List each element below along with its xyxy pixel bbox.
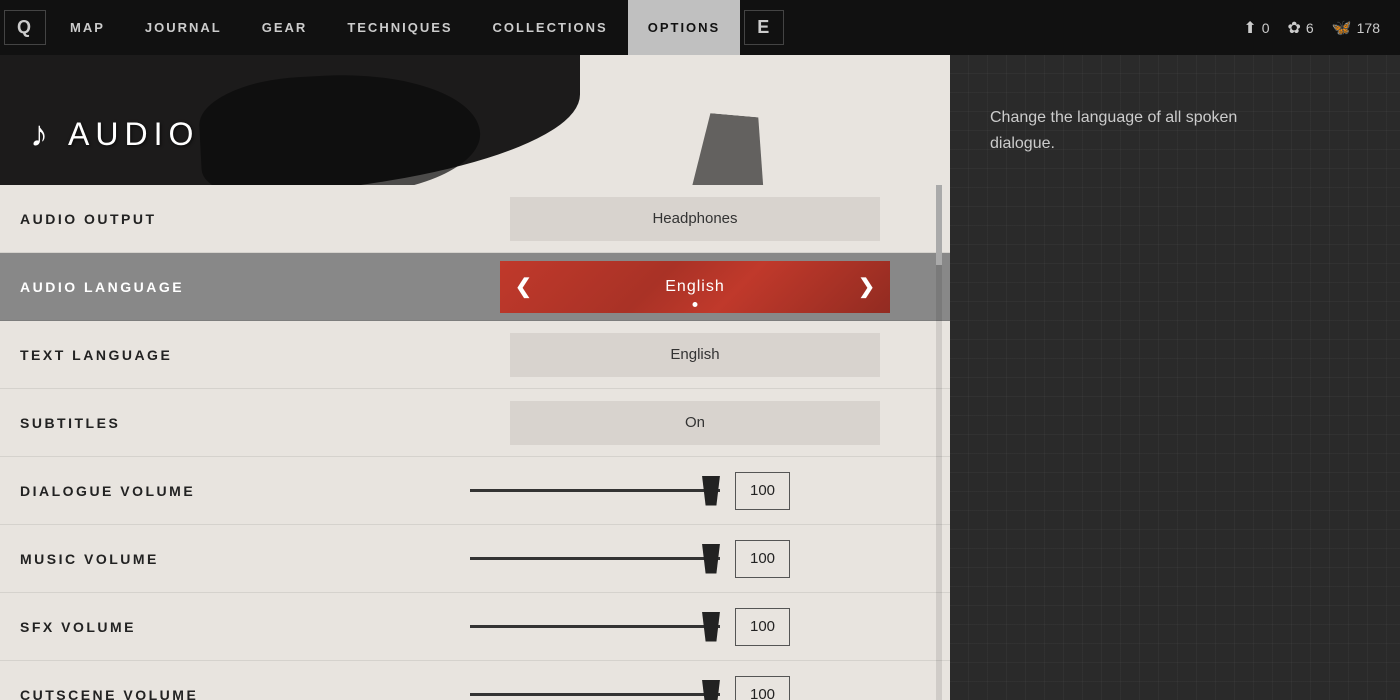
setting-control-audio-output[interactable]: Headphones xyxy=(460,197,930,241)
right-panel: Change the language of all spoken dialog… xyxy=(950,55,1400,700)
setting-control-audio-language[interactable]: ❮English❯ xyxy=(460,261,930,313)
setting-row-cutscene-volume[interactable]: CUTSCENE VOLUME 100 xyxy=(0,661,950,700)
setting-row-text-language[interactable]: TEXT LANGUAGE English xyxy=(0,321,950,389)
flowers-counter: ✿ 6 xyxy=(1288,18,1314,38)
setting-control-music-volume[interactable]: 100 xyxy=(460,540,930,578)
fireflies-value: 178 xyxy=(1357,20,1380,36)
left-panel: ♪ AUDIO AUDIO OUTPUT Headphones AUDIO LANG… xyxy=(0,55,950,700)
arrows-icon: ⬆ xyxy=(1243,18,1256,38)
slider-track-music-volume[interactable] xyxy=(470,557,720,560)
nav-right-stats: ⬆ 0 ✿ 6 🦋 178 xyxy=(1243,0,1400,55)
top-navigation: QMAPJOURNALGEARTECHNIQUESCOLLECTIONSOPTI… xyxy=(0,0,1400,55)
slider-value-dialogue-volume: 100 xyxy=(735,472,790,510)
setting-label-music-volume: MUSIC VOLUME xyxy=(20,551,460,567)
setting-label-audio-output: AUDIO OUTPUT xyxy=(20,211,460,227)
music-icon: ♪ xyxy=(30,113,48,155)
slider-value-cutscene-volume: 100 xyxy=(735,676,790,700)
nav-item-map[interactable]: MAP xyxy=(50,0,125,55)
setting-control-subtitles[interactable]: On xyxy=(460,401,930,445)
audio-header: ♪ AUDIO xyxy=(0,55,950,185)
setting-row-music-volume[interactable]: MUSIC VOLUME 100 xyxy=(0,525,950,593)
slider-track-dialogue-volume[interactable] xyxy=(470,489,720,492)
scrollbar[interactable] xyxy=(936,185,942,700)
nav-item-techniques[interactable]: TECHNIQUES xyxy=(327,0,472,55)
selector-left-arrow[interactable]: ❮ xyxy=(515,274,532,299)
setting-label-text-language: TEXT LANGUAGE xyxy=(20,347,460,363)
slider-thumb-sfx-volume[interactable] xyxy=(702,612,720,642)
audio-section-title: AUDIO xyxy=(68,116,199,153)
dropdown-text-language[interactable]: English xyxy=(510,333,880,377)
nav-item-options[interactable]: OPTIONS xyxy=(628,0,741,55)
setting-label-cutscene-volume: CUTSCENE VOLUME xyxy=(20,687,460,700)
setting-row-sfx-volume[interactable]: SFX VOLUME 100 xyxy=(0,593,950,661)
nav-item-collections[interactable]: COLLECTIONS xyxy=(473,0,628,55)
slider-container-dialogue-volume[interactable]: 100 xyxy=(460,472,930,510)
setting-row-dialogue-volume[interactable]: DIALOGUE VOLUME 100 xyxy=(0,457,950,525)
setting-label-dialogue-volume: DIALOGUE VOLUME xyxy=(20,483,460,499)
arrows-counter: ⬆ 0 xyxy=(1243,18,1269,38)
setting-row-audio-language[interactable]: AUDIO LANGUAGE ❮English❯ xyxy=(0,253,950,321)
audio-title-row: ♪ AUDIO xyxy=(30,113,199,155)
slider-track-cutscene-volume[interactable] xyxy=(470,693,720,696)
slider-container-sfx-volume[interactable]: 100 xyxy=(460,608,930,646)
dropdown-subtitles[interactable]: On xyxy=(510,401,880,445)
settings-list: AUDIO OUTPUTHeadphonesAUDIO LANGUAGE❮Eng… xyxy=(0,185,950,700)
setting-control-cutscene-volume[interactable]: 100 xyxy=(460,676,930,700)
selector-indicator-dot xyxy=(693,302,698,307)
slider-thumb-dialogue-volume[interactable] xyxy=(702,476,720,506)
slider-thumb-music-volume[interactable] xyxy=(702,544,720,574)
setting-label-subtitles: SUBTITLES xyxy=(20,415,460,431)
slider-thumb-cutscene-volume[interactable] xyxy=(702,680,720,700)
setting-control-text-language[interactable]: English xyxy=(460,333,930,377)
slider-track-sfx-volume[interactable] xyxy=(470,625,720,628)
selector-value-audio-language: English xyxy=(532,278,858,296)
flowers-icon: ✿ xyxy=(1288,18,1301,38)
setting-label-sfx-volume: SFX VOLUME xyxy=(20,619,460,635)
setting-row-subtitles[interactable]: SUBTITLES On xyxy=(0,389,950,457)
setting-label-audio-language: AUDIO LANGUAGE xyxy=(20,279,460,295)
setting-row-audio-output[interactable]: AUDIO OUTPUT Headphones xyxy=(0,185,950,253)
slider-container-cutscene-volume[interactable]: 100 xyxy=(460,676,930,700)
dropdown-audio-output[interactable]: Headphones xyxy=(510,197,880,241)
selector-right-arrow[interactable]: ❯ xyxy=(858,274,875,299)
slider-value-sfx-volume: 100 xyxy=(735,608,790,646)
setting-control-sfx-volume[interactable]: 100 xyxy=(460,608,930,646)
nav-item-quick[interactable]: Q xyxy=(4,10,46,45)
setting-description: Change the language of all spoken dialog… xyxy=(990,105,1290,156)
nav-item-gear[interactable]: GEAR xyxy=(242,0,328,55)
nav-item-end[interactable]: E xyxy=(744,10,784,45)
main-content: ♪ AUDIO AUDIO OUTPUT Headphones AUDIO LANG… xyxy=(0,55,1400,700)
setting-control-dialogue-volume[interactable]: 100 xyxy=(460,472,930,510)
fireflies-icon: 🦋 xyxy=(1332,18,1352,38)
nav-item-journal[interactable]: JOURNAL xyxy=(125,0,242,55)
scrollbar-thumb[interactable] xyxy=(936,185,942,265)
slider-container-music-volume[interactable]: 100 xyxy=(460,540,930,578)
slider-value-music-volume: 100 xyxy=(735,540,790,578)
flowers-value: 6 xyxy=(1306,20,1314,36)
selector-audio-language[interactable]: ❮English❯ xyxy=(500,261,890,313)
arrows-value: 0 xyxy=(1262,20,1270,36)
fireflies-counter: 🦋 178 xyxy=(1332,18,1380,38)
